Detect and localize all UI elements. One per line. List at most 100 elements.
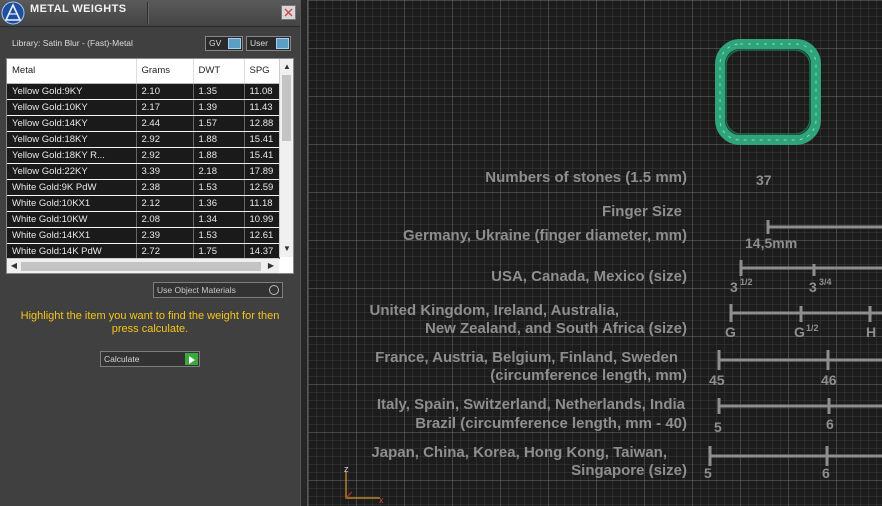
scroll-right-icon[interactable]: ▶ [265, 261, 277, 271]
metal-weights-panel: METAL WEIGHTS Library: Satin Blur - (Fas… [0, 0, 300, 506]
usa-tick-2: 3 [809, 279, 817, 295]
germany-value: 14,5mm [745, 235, 797, 251]
table-cell: 2.12 [136, 195, 194, 212]
table-row[interactable]: Yellow Gold:22KY 3.39 2.18 17.89 [7, 163, 280, 180]
japan-tick-2: 6 [822, 465, 830, 481]
uk-tick-3: H [866, 324, 876, 340]
table-cell: 15.41 [244, 131, 280, 148]
uk-tick-1: G [725, 324, 736, 340]
uk-tick-2-frac: 1/2 [806, 323, 819, 333]
column-header-dwt[interactable]: DWT [193, 59, 245, 84]
table-row[interactable]: White Gold:9K PdW 2.38 1.53 12.59 [7, 179, 280, 196]
table-cell: 1.75 [193, 243, 245, 260]
table-row[interactable]: Yellow Gold:10KY 2.17 1.39 11.43 [7, 99, 280, 116]
table-cell: 1.39 [193, 99, 245, 116]
gv-toggle[interactable]: GV [205, 36, 243, 51]
calculate-button[interactable]: Calculate [100, 351, 200, 367]
table-cell: Yellow Gold:9KY [7, 83, 137, 100]
scroll-down-icon[interactable]: ▼ [281, 244, 293, 254]
table-cell: 2.18 [193, 163, 245, 180]
scroll-left-icon[interactable]: ◀ [8, 261, 20, 271]
italy-tick-2: 6 [826, 416, 834, 432]
table-row[interactable]: Yellow Gold:18KY 2.92 1.88 15.41 [7, 131, 280, 148]
metal-grid: Metal Grams DWT SPG Yellow Gold:9KY 2.10 1.35… [7, 59, 280, 260]
stones-label: Numbers of stones (1.5 mm) [485, 169, 687, 186]
table-cell: 12.59 [244, 179, 280, 196]
table-cell: White Gold:14K PdW [7, 243, 137, 260]
metal-weights-table: Metal Grams DWT SPG Yellow Gold:9KY 2.10 1.35… [6, 58, 294, 274]
app-window: METAL WEIGHTS Library: Satin Blur - (Fas… [0, 0, 882, 506]
horizontal-scroll-thumb[interactable] [21, 262, 261, 271]
table-row[interactable]: White Gold:10KX1 2.12 1.36 11.18 [7, 195, 280, 212]
column-header-metal[interactable]: Metal [7, 59, 137, 84]
user-toggle-label: User [250, 38, 268, 48]
table-cell: 12.88 [244, 115, 280, 132]
uk-tick-2: G [794, 324, 805, 340]
column-header-grams[interactable]: Grams [136, 59, 194, 84]
france-label-line1: France, Austria, Belgium, Finland, Swede… [375, 349, 678, 366]
user-toggle[interactable]: User [246, 36, 291, 51]
table-cell: Yellow Gold:22KY [7, 163, 137, 180]
table-cell: 2.92 [136, 147, 194, 164]
horizontal-scrollbar[interactable]: ◀ ▶ [7, 258, 279, 273]
table-cell: White Gold:9K PdW [7, 179, 137, 196]
table-cell: 2.38 [136, 179, 194, 196]
axis-gizmo-icon [345, 472, 380, 499]
panel-title: METAL WEIGHTS [30, 3, 127, 15]
usa-tick-1-frac: 1/2 [740, 277, 753, 287]
japan-label-line2: Singapore (size) [571, 462, 687, 479]
france-scale [717, 350, 882, 370]
axis-z-label: z [344, 464, 349, 474]
table-row[interactable]: Yellow Gold:14KY 2.44 1.57 12.88 [7, 115, 280, 132]
table-row[interactable]: Yellow Gold:9KY 2.10 1.35 11.08 [7, 83, 280, 100]
table-cell: 1.88 [193, 131, 245, 148]
table-cell: 2.92 [136, 131, 194, 148]
usa-scale [739, 260, 882, 276]
calculate-label: Calculate [104, 354, 140, 364]
france-tick-2: 46 [821, 372, 837, 388]
column-header-spg[interactable]: SPG [244, 59, 280, 84]
italy-tick-1: 5 [714, 419, 722, 435]
table-row[interactable]: White Gold:14KX1 2.39 1.53 12.61 [7, 227, 280, 244]
table-cell: 2.10 [136, 83, 194, 100]
table-cell: Yellow Gold:18KY R... [7, 147, 137, 164]
japan-label-line1: Japan, China, Korea, Hong Kong, Taiwan, [371, 444, 667, 461]
italy-label-line1: Italy, Spain, Switzerland, Netherlands, … [377, 396, 686, 413]
table-row[interactable]: White Gold:10KW 2.08 1.34 10.99 [7, 211, 280, 228]
viewport-drawing: Numbers of stones (1.5 mm) 37 Finger Siz… [344, 39, 882, 505]
close-button[interactable] [281, 5, 296, 20]
japan-tick-1: 5 [704, 465, 712, 481]
table-cell: 1.53 [193, 179, 245, 196]
table-cell: 10.99 [244, 211, 280, 228]
radio-circle-icon [269, 285, 279, 295]
germany-scale [766, 220, 882, 234]
table-row[interactable]: White Gold:14K PdW 2.72 1.75 14.37 [7, 243, 280, 260]
scroll-up-icon[interactable]: ▲ [281, 62, 293, 72]
gv-toggle-label: GV [209, 38, 222, 48]
table-cell: 2.39 [136, 227, 194, 244]
app-logo-icon [1, 1, 25, 25]
use-object-materials-toggle[interactable]: Use Object Materials [153, 282, 283, 298]
table-cell: Yellow Gold:14KY [7, 115, 137, 132]
table-cell: 1.88 [193, 147, 245, 164]
table-cell: White Gold:10KX1 [7, 195, 137, 212]
3d-viewport[interactable]: Numbers of stones (1.5 mm) 37 Finger Siz… [308, 0, 882, 506]
table-cell: 1.35 [193, 83, 245, 100]
vertical-scroll-thumb[interactable] [282, 75, 291, 141]
table-cell: Yellow Gold:10KY [7, 99, 137, 116]
ring-model[interactable] [715, 39, 821, 145]
vertical-scrollbar[interactable]: ▲ ▼ [279, 59, 293, 257]
close-icon [284, 8, 293, 17]
hint-text: Highlight the item you want to find the … [20, 310, 280, 335]
panel-splitter[interactable] [300, 0, 308, 506]
table-cell: 2.72 [136, 243, 194, 260]
usa-label: USA, Canada, Mexico (size) [491, 268, 687, 285]
finger-size-label: Finger Size [602, 203, 682, 220]
table-header-row: Metal Grams DWT SPG [7, 59, 280, 84]
table-row[interactable]: Yellow Gold:18KY R... 2.92 1.88 15.41 [7, 147, 280, 164]
table-cell: 11.08 [244, 83, 280, 100]
table-cell: 2.17 [136, 99, 194, 116]
table-cell: 1.36 [193, 195, 245, 212]
uk-scale [729, 304, 882, 322]
france-label-line2: (circumference length, mm) [490, 367, 687, 384]
